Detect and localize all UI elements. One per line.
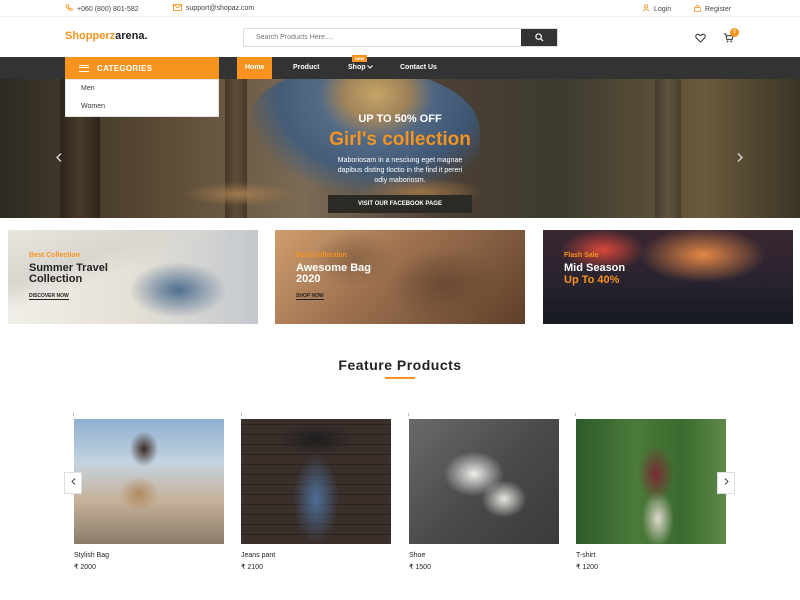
lock-icon — [694, 4, 701, 14]
section-title-underline — [385, 377, 415, 379]
category-women[interactable]: Women — [81, 103, 105, 110]
logo-main: Shopperz — [65, 30, 116, 42]
product-card[interactable]: T-shirt ₹ 1200 — [576, 419, 726, 571]
user-icon — [642, 4, 650, 14]
chevron-right-icon — [724, 478, 729, 487]
search-button[interactable] — [521, 29, 557, 46]
category-men[interactable]: Men — [81, 85, 95, 92]
search-icon — [534, 29, 544, 47]
hero-prev-arrow[interactable] — [56, 153, 62, 164]
register-link[interactable]: Register — [694, 4, 731, 14]
banner-summer-travel[interactable]: Best Collection Summer Travel Collection… — [8, 230, 258, 324]
nav-shop-label: Shop — [348, 64, 366, 71]
search-bar — [243, 28, 558, 47]
nav-product[interactable]: Product — [293, 57, 319, 79]
categories-label: CATEGORIES — [97, 63, 153, 73]
hero-body-line3: odiy maboriosm. — [374, 177, 426, 184]
product-price: ₹ 2000 — [74, 564, 96, 571]
banner-flash-sale[interactable]: Flash Sale Mid Season Up To 40% — [543, 230, 793, 324]
banner-title-line2: Collection — [29, 273, 83, 285]
main-nav: CATEGORIES Home Product Shop NEW Contact… — [0, 55, 800, 79]
hero-body-line2: dapibus disting tloctio in the find it p… — [337, 167, 463, 174]
product-image[interactable] — [74, 419, 224, 544]
banner-title-line1: Mid Season — [564, 262, 626, 274]
hero-title: Girl's collection — [329, 129, 471, 150]
heart-icon[interactable] — [695, 30, 706, 48]
phone-icon — [65, 4, 73, 14]
nav-contact[interactable]: Contact Us — [400, 57, 437, 79]
product-name[interactable]: T-shirt — [576, 552, 726, 559]
banner-kicker: Best Collection — [29, 252, 80, 259]
divider-tick — [73, 413, 74, 416]
banner-title-line2: 2020 — [296, 273, 321, 285]
shop-now-link[interactable]: SHOP NOW — [296, 293, 324, 300]
product-name[interactable]: Stylish Bag — [74, 552, 224, 559]
nav-home[interactable]: Home — [237, 57, 273, 79]
divider-tick — [241, 413, 242, 416]
email-address: support@shopaz.com — [186, 5, 255, 12]
banner-title-line2: Up To 40% — [564, 274, 620, 286]
phone-contact: +060 (800) 801-582 — [65, 4, 139, 14]
carousel-next-button[interactable] — [717, 472, 735, 494]
hero-next-arrow[interactable] — [737, 153, 743, 164]
product-price: ₹ 2100 — [241, 564, 263, 571]
section-title: Feature Products — [338, 357, 462, 373]
new-badge: NEW — [352, 55, 368, 62]
login-label: Login — [654, 5, 672, 13]
divider-tick — [408, 413, 409, 416]
cart-count-badge: 0 — [730, 28, 739, 37]
banner-awesome-bag[interactable]: Best Collection Awesome Bag 2020 SHOP NO… — [275, 230, 525, 324]
product-name[interactable]: Shoe — [409, 552, 559, 559]
product-price: ₹ 1500 — [409, 564, 431, 571]
search-input[interactable] — [244, 29, 521, 46]
product-name[interactable]: Jeans pant — [241, 552, 391, 559]
carousel-prev-button[interactable] — [64, 472, 82, 494]
hero-body-line1: Maboriosam in a nesciung eget magnae — [337, 157, 463, 164]
discover-now-link[interactable]: DISCOVER NOW — [29, 293, 69, 300]
header: Shopperzarena. 0 — [0, 17, 800, 57]
phone-number: +060 (800) 801-582 — [77, 5, 139, 13]
product-card[interactable]: Stylish Bag ₹ 2000 — [74, 419, 224, 571]
menu-icon — [79, 64, 89, 72]
banner-kicker: Flash Sale — [564, 252, 599, 259]
banner-kicker: Best Collection — [296, 252, 347, 259]
product-image[interactable] — [409, 419, 559, 544]
chevron-left-icon — [70, 478, 76, 487]
divider-tick — [575, 413, 576, 416]
register-label: Register — [705, 5, 732, 13]
mail-icon — [173, 4, 182, 13]
chevron-down-icon — [367, 64, 374, 71]
product-card[interactable]: Jeans pant ₹ 2100 — [241, 419, 391, 571]
site-logo[interactable]: Shopperzarena. — [65, 30, 148, 42]
product-image[interactable] — [576, 419, 726, 544]
product-price: ₹ 1200 — [576, 564, 598, 571]
product-card[interactable]: Shoe ₹ 1500 — [409, 419, 559, 571]
facebook-page-button[interactable]: VISIT OUR FACEBOOK PAGE — [328, 195, 472, 213]
hero-bg-tree — [655, 79, 681, 218]
product-image[interactable] — [241, 419, 391, 544]
email-contact[interactable]: support@shopaz.com — [173, 4, 254, 13]
categories-menu: Men Women — [65, 79, 219, 117]
topbar: +060 (800) 801-582 support@shopaz.com Lo… — [0, 0, 800, 17]
categories-button[interactable]: CATEGORIES — [65, 57, 219, 79]
login-link[interactable]: Login — [642, 4, 671, 14]
logo-rest: arena. — [115, 30, 148, 42]
hero-kicker: UP TO 50% OFF — [358, 113, 442, 125]
